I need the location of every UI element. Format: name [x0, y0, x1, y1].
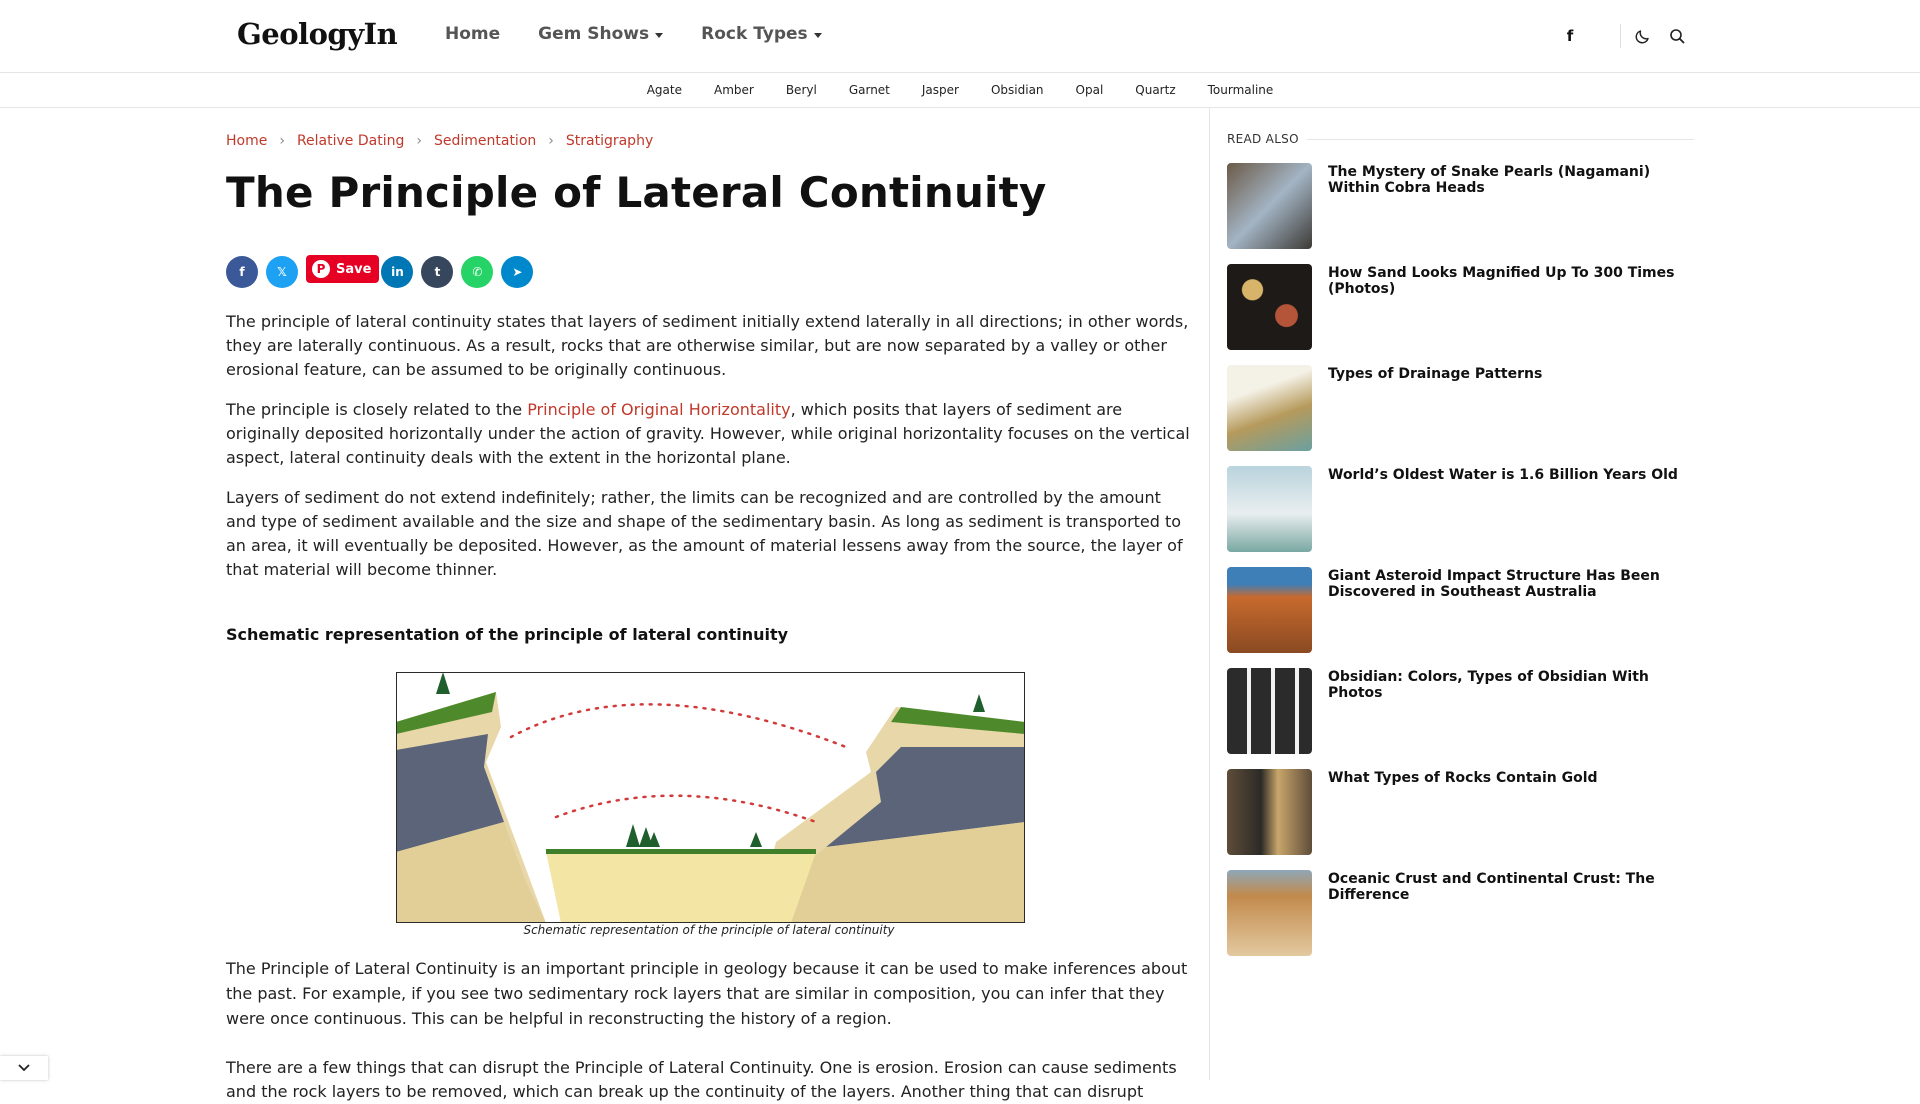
sidebar: READ ALSO The Mystery of Snake Pearls (N…: [1227, 132, 1694, 956]
category-subnav: Agate Amber Beryl Garnet Jasper Obsidian…: [0, 73, 1920, 108]
main-nav: Home Gem Shows Rock Types: [445, 24, 860, 44]
post-title: The Mystery of Snake Pearls (Nagamani) W…: [1328, 164, 1651, 196]
nav-home[interactable]: Home: [445, 24, 500, 44]
share-bar: f 𝕏 P Save in t ✆ ➤: [226, 255, 541, 288]
share-linkedin-button[interactable]: in: [381, 256, 414, 288]
paragraph-1: The principle of lateral continuity stat…: [226, 312, 1189, 379]
read-also-label: READ ALSO: [1227, 132, 1299, 146]
post-thumbnail: [1227, 163, 1312, 249]
figure-caption: Schematic representation of the principl…: [523, 923, 895, 937]
chevron-down-icon: [18, 1064, 30, 1072]
site-logo[interactable]: GeologyIn: [237, 17, 398, 51]
site-header: GeologyIn Home Gem Shows Rock Types f: [0, 0, 1920, 73]
sidebar-post[interactable]: The Mystery of Snake Pearls (Nagamani) W…: [1227, 163, 1694, 249]
post-title: Oceanic Crust and Continental Crust: The…: [1328, 871, 1655, 903]
collapse-toggle-button[interactable]: [0, 1056, 48, 1080]
lateral-continuity-diagram: [396, 672, 1025, 923]
pinterest-save-label: Save: [336, 261, 372, 277]
sidebar-post[interactable]: Obsidian: Colors, Types of Obsidian With…: [1227, 668, 1694, 754]
share-facebook-button[interactable]: f: [226, 256, 258, 288]
nav-gem-shows[interactable]: Gem Shows: [538, 24, 664, 44]
sidebar-title: READ ALSO: [1227, 132, 1694, 146]
post-thumbnail: [1227, 264, 1312, 350]
nav-rock-types[interactable]: Rock Types: [701, 24, 822, 44]
subnav-agate[interactable]: Agate: [647, 83, 682, 97]
post-title: How Sand Looks Magnified Up To 300 Times…: [1328, 265, 1675, 297]
section-heading: Schematic representation of the principl…: [226, 625, 789, 644]
breadcrumb-sedimentation[interactable]: Sedimentation: [434, 133, 536, 149]
search-icon[interactable]: [1669, 28, 1685, 44]
tumblr-icon: t: [434, 265, 441, 279]
post-title: Obsidian: Colors, Types of Obsidian With…: [1328, 669, 1649, 701]
subnav-opal[interactable]: Opal: [1076, 83, 1104, 97]
chevron-down-icon: [813, 33, 822, 38]
subnav-garnet[interactable]: Garnet: [849, 83, 890, 97]
paragraph-5: There are a few things that can disrupt …: [226, 1058, 1177, 1101]
pinterest-save-button[interactable]: P Save: [306, 255, 380, 283]
post-title: Types of Drainage Patterns: [1328, 366, 1543, 382]
facebook-icon: f: [239, 265, 245, 279]
moon-icon[interactable]: [1635, 28, 1651, 44]
paragraph-2: The principle is closely related to the …: [226, 398, 1192, 470]
post-thumbnail: [1227, 870, 1312, 956]
subnav-quartz[interactable]: Quartz: [1135, 83, 1175, 97]
nav-home-label: Home: [445, 24, 501, 44]
divider: [1306, 138, 1694, 140]
chevron-right-icon: ›: [416, 133, 422, 149]
header-icons: f: [1560, 24, 1685, 48]
post-thumbnail: [1227, 365, 1312, 451]
post-thumbnail: [1227, 466, 1312, 552]
page-title: The Principle of Lateral Continuity: [226, 168, 1047, 217]
breadcrumb-home[interactable]: Home: [226, 133, 267, 149]
sidebar-post[interactable]: What Types of Rocks Contain Gold: [1227, 769, 1694, 855]
subnav-obsidian[interactable]: Obsidian: [991, 83, 1044, 97]
linkedin-icon: in: [391, 265, 404, 279]
post-thumbnail: [1227, 769, 1312, 855]
breadcrumb-relative-dating[interactable]: Relative Dating: [297, 133, 404, 149]
x-icon: 𝕏: [277, 265, 287, 279]
nav-rock-types-label: Rock Types: [701, 24, 808, 44]
subnav-amber[interactable]: Amber: [714, 83, 754, 97]
sidebar-divider: [1209, 108, 1210, 1080]
post-thumbnail: [1227, 668, 1312, 754]
post-title: What Types of Rocks Contain Gold: [1328, 770, 1598, 786]
paragraph-2-text-a: The principle is closely related to the: [226, 400, 528, 419]
subnav-jasper[interactable]: Jasper: [922, 83, 959, 97]
share-x-button[interactable]: 𝕏: [266, 256, 298, 288]
breadcrumb: Home › Relative Dating › Sedimentation ›…: [226, 133, 653, 149]
whatsapp-icon: ✆: [472, 265, 483, 279]
chevron-right-icon: ›: [548, 133, 554, 149]
nav-gem-shows-label: Gem Shows: [538, 24, 650, 44]
link-original-horizontality[interactable]: Principle of Original Horizontality: [527, 400, 790, 419]
post-thumbnail: [1227, 567, 1312, 653]
subnav-beryl[interactable]: Beryl: [786, 83, 817, 97]
share-telegram-button[interactable]: ➤: [501, 256, 534, 288]
divider: [1620, 24, 1621, 48]
post-title: World’s Oldest Water is 1.6 Billion Year…: [1328, 467, 1678, 483]
share-whatsapp-button[interactable]: ✆: [461, 256, 494, 288]
subnav-tourmaline[interactable]: Tourmaline: [1208, 83, 1274, 97]
share-tumblr-button[interactable]: t: [421, 256, 454, 288]
paragraph-4: The Principle of Lateral Continuity is a…: [226, 959, 1188, 1028]
sidebar-post[interactable]: Giant Asteroid Impact Structure Has Been…: [1227, 567, 1694, 653]
chevron-right-icon: ›: [279, 133, 285, 149]
breadcrumb-stratigraphy[interactable]: Stratigraphy: [566, 133, 653, 149]
sidebar-post[interactable]: World’s Oldest Water is 1.6 Billion Year…: [1227, 466, 1694, 552]
sidebar-post[interactable]: Oceanic Crust and Continental Crust: The…: [1227, 870, 1694, 956]
telegram-icon: ➤: [512, 265, 523, 279]
sidebar-post[interactable]: Types of Drainage Patterns: [1227, 365, 1694, 451]
paragraph-3: Layers of sediment do not extend indefin…: [226, 488, 1183, 579]
post-title: Giant Asteroid Impact Structure Has Been…: [1328, 568, 1660, 600]
sidebar-post[interactable]: How Sand Looks Magnified Up To 300 Times…: [1227, 264, 1694, 350]
chevron-down-icon: [655, 33, 664, 38]
pinterest-icon: P: [312, 260, 330, 278]
facebook-icon[interactable]: f: [1560, 27, 1580, 45]
